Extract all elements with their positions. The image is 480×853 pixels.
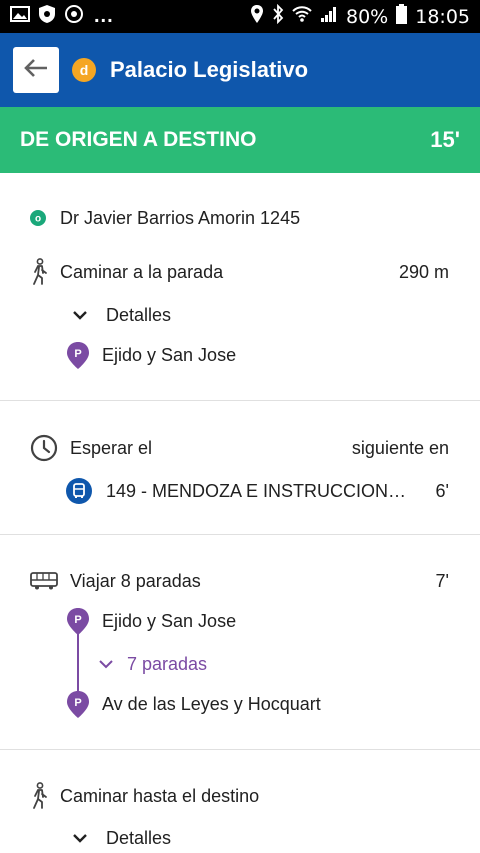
gallery-icon: [10, 6, 30, 27]
walk-to-destination-row: Caminar hasta el destino: [0, 782, 480, 810]
bus-route-row[interactable]: 149 - MENDOZA E INSTRUCCION… 6': [0, 478, 480, 504]
total-duration: 15': [430, 127, 460, 152]
sync-icon: [64, 4, 84, 29]
ride-to-stop-row: P Av de las Leyes y Hocquart: [0, 691, 480, 719]
bus-route-name: 149 - MENDOZA E INSTRUCCION…: [106, 480, 407, 501]
banner-title: DE ORIGEN A DESTINO: [20, 128, 257, 151]
walk-destination-details-toggle[interactable]: Detalles: [0, 826, 480, 850]
battery-percent: 80%: [346, 5, 389, 28]
walk-destination-label: Caminar hasta el destino: [60, 785, 260, 806]
chevron-down-icon: [72, 309, 88, 321]
walking-person-icon: [28, 782, 50, 810]
itinerary-list: o Dr Javier Barrios Amorin 1245 Caminar …: [0, 173, 480, 853]
svg-text:P: P: [74, 697, 81, 709]
from-stop-name: Ejido y San Jose: [102, 610, 237, 631]
section-divider: [0, 534, 480, 535]
app-bar: d Palacio Legislativo: [0, 33, 480, 107]
to-stop-name: Av de las Leyes y Hocquart: [102, 693, 321, 714]
wait-label: Esperar el: [70, 437, 153, 458]
bluetooth-icon: [272, 3, 284, 29]
status-bar: ... 80% 18:05: [0, 0, 480, 33]
chevron-down-icon: [98, 658, 114, 670]
ride-minutes: 7': [435, 570, 449, 591]
details-label: Detalles: [106, 304, 172, 325]
shield-icon: [38, 4, 56, 29]
bus-wait-minutes: 6': [435, 480, 449, 501]
clock-time: 18:05: [415, 5, 470, 28]
battery-icon: [396, 4, 408, 29]
wait-next-label: siguiente en: [351, 437, 449, 458]
ride-label: Viajar 8 paradas: [70, 570, 201, 591]
section-divider: [0, 400, 480, 401]
ride-row: Viajar 8 paradas 7': [0, 569, 480, 593]
origin-dot-icon: o: [30, 210, 46, 226]
svg-text:o: o: [35, 214, 41, 225]
destination-badge: d: [72, 58, 96, 82]
wifi-icon: [292, 5, 312, 28]
bus-stop-marker-icon: P: [66, 342, 90, 370]
trip-summary-banner: DE ORIGEN A DESTINO 15': [0, 107, 480, 173]
stop-name: Ejido y San Jose: [102, 344, 237, 365]
ride-from-stop-row: P Ejido y San Jose: [0, 608, 480, 636]
arrow-left-icon: [23, 58, 49, 83]
origin-row: o Dr Javier Barrios Amorin 1245: [0, 206, 480, 230]
svg-text:P: P: [74, 348, 81, 360]
wait-row: Esperar el siguiente en: [0, 434, 480, 462]
intermediate-stops-label: 7 paradas: [127, 653, 208, 674]
page-title: Palacio Legislativo: [110, 57, 309, 82]
bus-stop-marker-icon: P: [66, 691, 90, 719]
walk-label: Caminar a la parada: [60, 261, 224, 282]
walk-to-stop-row: Caminar a la parada 290 m: [0, 258, 480, 286]
bus-side-icon: [30, 571, 58, 591]
origin-address: Dr Javier Barrios Amorin 1245: [60, 207, 301, 228]
details-label: Detalles: [106, 827, 172, 848]
walk-details-toggle[interactable]: Detalles: [0, 303, 480, 327]
location-icon: [250, 4, 264, 29]
bus-icon: [66, 478, 92, 504]
chevron-down-icon: [72, 832, 88, 844]
more-notifications-icon: ...: [94, 5, 114, 27]
clock-icon: [30, 434, 58, 462]
intermediate-stops-toggle[interactable]: 7 paradas: [0, 652, 480, 676]
boarding-stop-row: P Ejido y San Jose: [0, 342, 480, 370]
svg-text:P: P: [74, 614, 81, 626]
walk-distance: 290 m: [398, 261, 449, 282]
section-divider: [0, 749, 480, 750]
bus-stop-marker-icon: P: [66, 608, 90, 636]
signal-icon: [320, 5, 338, 28]
back-button[interactable]: [13, 47, 59, 93]
walking-person-icon: [28, 258, 50, 286]
